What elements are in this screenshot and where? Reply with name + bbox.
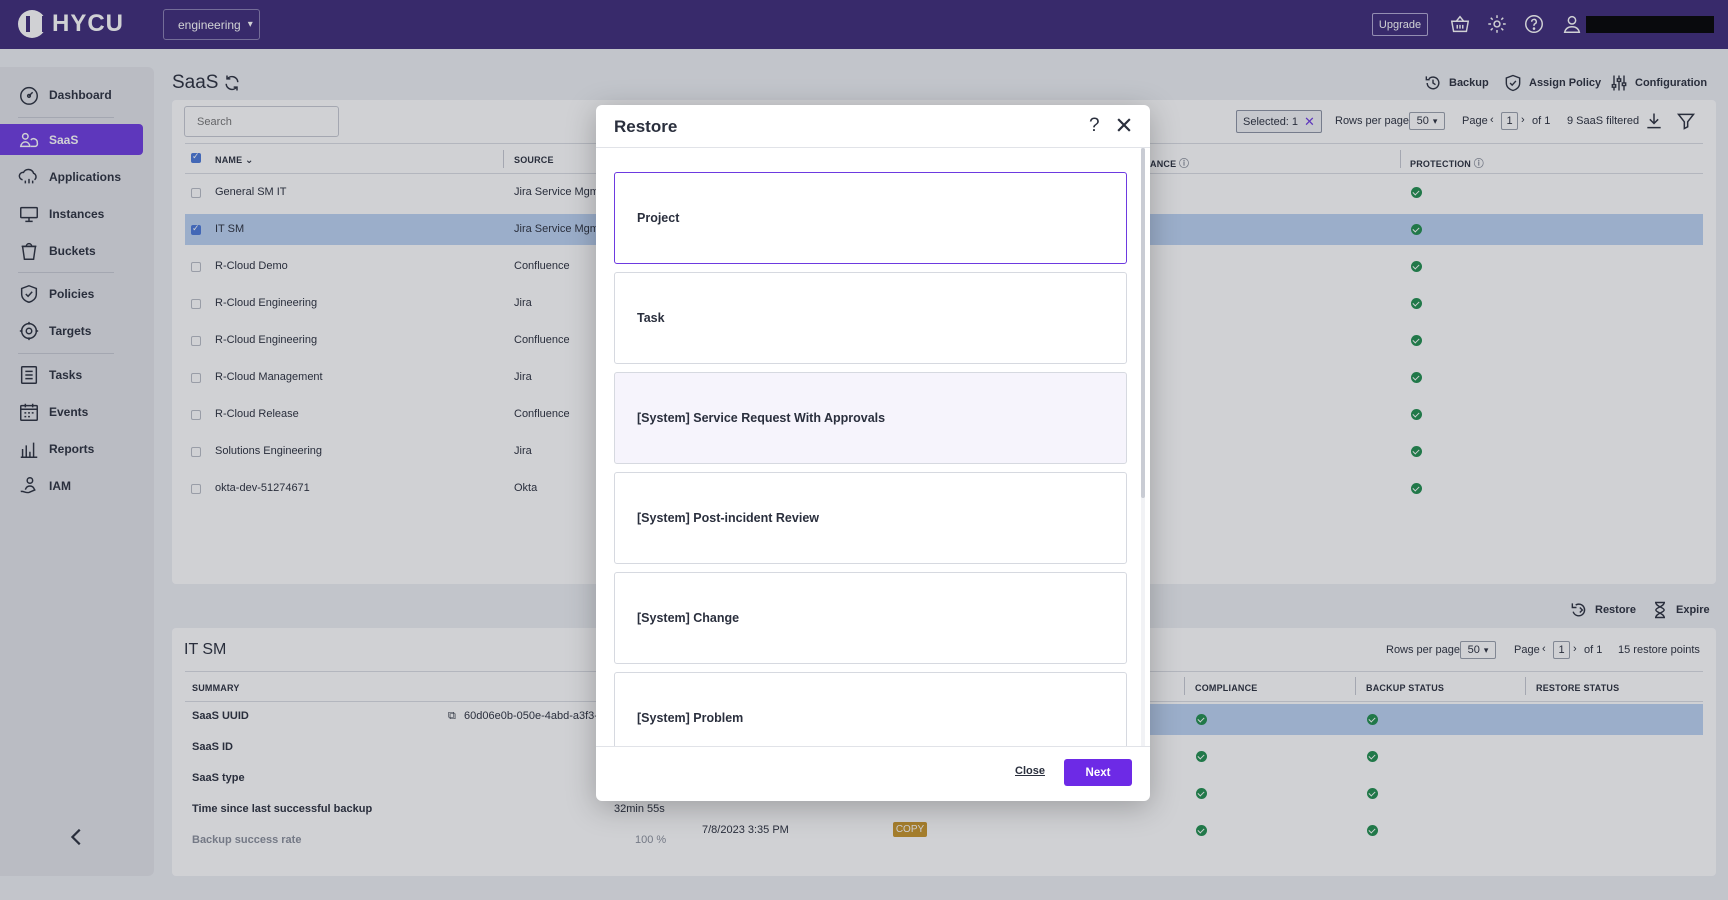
modal-title: Restore [614,117,678,136]
help-icon[interactable]: ? [1089,115,1100,137]
restore-option-post-incident-review[interactable]: [System] Post-incident Review [614,472,1127,564]
option-label: [System] Service Request With Approvals [637,411,886,425]
option-label: Project [637,211,680,225]
scrollbar-thumb[interactable] [1141,148,1145,498]
restore-options-list: Project Task [System] Service Request Wi… [596,148,1150,747]
option-label: [System] Change [637,611,740,625]
restore-option-project[interactable]: Project [614,172,1127,264]
next-button[interactable]: Next [1064,759,1132,786]
close-button[interactable]: Close [1015,765,1045,777]
restore-option-task[interactable]: Task [614,272,1127,364]
restore-option-service-request[interactable]: [System] Service Request With Approvals [614,372,1127,464]
option-label: Task [637,311,665,325]
close-icon[interactable] [1114,115,1134,135]
restore-modal: Restore ? Project Task [System] Service … [596,105,1150,801]
option-label: [System] Post-incident Review [637,511,819,525]
restore-option-change[interactable]: [System] Change [614,572,1127,664]
modal-footer-divider [596,746,1150,747]
option-label: [System] Problem [637,711,744,725]
restore-option-problem[interactable]: [System] Problem [614,672,1127,747]
